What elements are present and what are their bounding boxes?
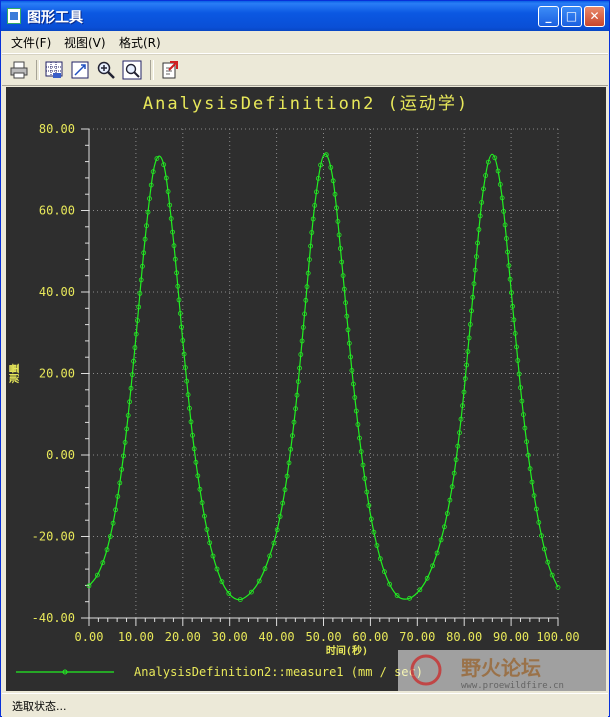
- x-tick-label: 90.00: [493, 630, 529, 644]
- menu-format[interactable]: 格式(R): [119, 34, 161, 51]
- x-tick-label: 20.00: [165, 630, 201, 644]
- x-tick-label: 100.00: [536, 630, 579, 644]
- status-bar: 选取状态...: [2, 693, 608, 717]
- grid-icon[interactable]: [44, 60, 64, 80]
- graph-tool-window: 图形工具 _ □ ✕ 文件(F) 视图(V) 格式(R) AnalysisDef…: [0, 0, 610, 717]
- chart-panel: AnalysisDefinition2 (运动学) 0.00 10.00 20.00 3…: [6, 87, 606, 691]
- menu-file[interactable]: 文件(F): [11, 34, 51, 51]
- y-tick-label: 40.00: [39, 285, 75, 299]
- watermark-url: www.proewildfire.cn: [461, 681, 564, 691]
- app-icon: [7, 8, 21, 24]
- y-axis-label: 测量: [8, 364, 21, 384]
- y-tick-label: 0.00: [46, 448, 75, 462]
- zoom-box-icon[interactable]: [70, 60, 90, 80]
- minimize-button[interactable]: _: [538, 6, 559, 27]
- chart-background: [6, 87, 606, 691]
- menu-bar: 文件(F) 视图(V) 格式(R): [2, 31, 608, 54]
- maximize-button[interactable]: □: [561, 6, 582, 27]
- title-bar[interactable]: 图形工具 _ □ ✕: [1, 1, 609, 31]
- x-tick-label: 0.00: [75, 630, 104, 644]
- x-tick-label: 30.00: [212, 630, 248, 644]
- x-tick-label: 70.00: [399, 630, 435, 644]
- zoom-fit-icon[interactable]: [122, 60, 142, 80]
- y-tick-label: 20.00: [39, 367, 75, 381]
- print-icon[interactable]: [9, 60, 29, 80]
- x-axis-label: 时间(秒): [326, 644, 368, 657]
- export-icon[interactable]: [160, 60, 180, 80]
- menu-view[interactable]: 视图(V): [64, 34, 106, 51]
- status-text: 选取状态...: [12, 700, 67, 713]
- x-tick-label: 40.00: [259, 630, 295, 644]
- window-title: 图形工具: [27, 10, 83, 26]
- x-tick-label: 60.00: [352, 630, 388, 644]
- legend-label: AnalysisDefinition2::measure1 (mm / sec): [134, 665, 423, 679]
- toolbar-separator: [150, 60, 154, 80]
- x-tick-label: 50.00: [305, 630, 341, 644]
- y-tick-label: -20.00: [32, 530, 75, 544]
- chart-title: AnalysisDefinition2 (运动学): [143, 94, 469, 114]
- y-tick-label: 60.00: [39, 204, 75, 218]
- close-button[interactable]: ✕: [584, 6, 605, 27]
- x-tick-label: 80.00: [446, 630, 482, 644]
- watermark-name: 野火论坛: [461, 656, 541, 680]
- zoom-in-icon[interactable]: [96, 60, 116, 80]
- y-tick-label: 80.00: [39, 122, 75, 136]
- chart-svg: AnalysisDefinition2 (运动学) 0.00 10.00 20.00 3…: [6, 87, 606, 691]
- x-tick-label: 10.00: [118, 630, 154, 644]
- toolbar-separator: [36, 60, 40, 80]
- y-tick-label: -40.00: [32, 611, 75, 625]
- toolbar: [2, 54, 608, 86]
